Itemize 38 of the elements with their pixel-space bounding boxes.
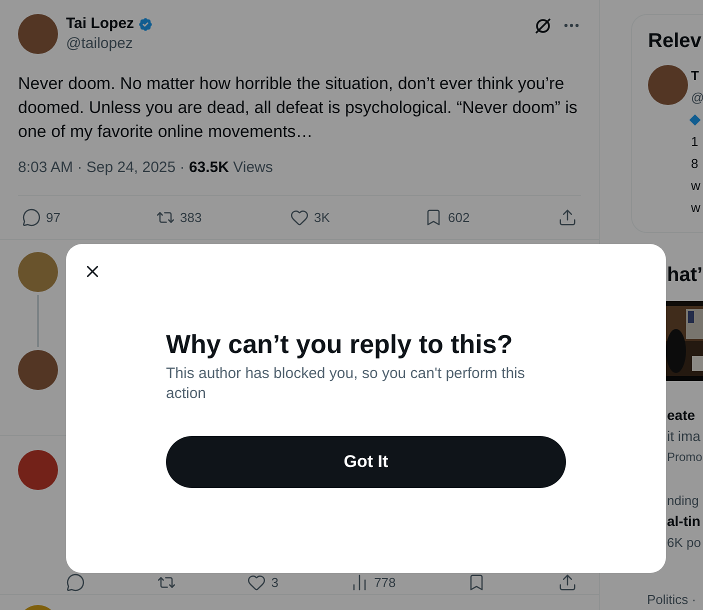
trend-title[interactable]: eate: [667, 405, 703, 426]
bio-text: w: [691, 177, 702, 195]
user-handle[interactable]: @: [691, 87, 703, 109]
share-icon[interactable]: [558, 572, 577, 592]
avatar[interactable]: [648, 65, 688, 105]
action-count: 97: [46, 208, 60, 226]
got-it-button[interactable]: Got It: [166, 436, 566, 488]
author-name[interactable]: Tai Lopez: [66, 14, 134, 34]
promoted-label: Promo: [667, 449, 703, 466]
action-count: 778: [374, 574, 396, 592]
action-count: 383: [180, 208, 202, 226]
reply-icon[interactable]: [22, 208, 41, 227]
author-handle[interactable]: @tailopez: [66, 34, 154, 54]
action-count: 3K: [314, 208, 330, 226]
reply-icon[interactable]: [66, 572, 85, 592]
bio-text: 1: [691, 133, 700, 151]
avatar[interactable]: [18, 350, 58, 390]
section-title: hat’: [666, 263, 703, 287]
card-title: Relev: [648, 29, 702, 53]
dialog-message: This author has blocked you, so you can't perform this action: [166, 364, 526, 404]
avatar[interactable]: [18, 450, 58, 490]
avatar[interactable]: [18, 14, 58, 54]
bio-text: 8: [691, 155, 700, 173]
trend-context: Politics ·: [647, 591, 698, 609]
slashed-circle-icon[interactable]: [534, 16, 552, 34]
tweet-text: Never doom. No matter how horrible the situation, don’t ever think you’re doomed. Unless you are dead, all defeat is psychological. “Never doom” is one of my favorite online movements…: [18, 73, 578, 143]
trend-posts: 6K po: [667, 534, 702, 552]
bio-text: w: [691, 199, 702, 217]
heart-icon[interactable]: [247, 572, 266, 592]
trend-text: it ima: [667, 427, 702, 446]
avatar[interactable]: [18, 252, 58, 292]
tweet-meta: 8:03 AM · Sep 24, 2025 · 63.5K Views: [18, 158, 274, 178]
dialog-title: Why can’t you reply to this?: [166, 328, 514, 360]
user-name[interactable]: T: [691, 65, 703, 87]
trend-title[interactable]: al-tin: [667, 511, 703, 532]
action-count: 3: [271, 574, 278, 592]
action-count: 602: [448, 208, 470, 226]
trend-context: nding: [667, 492, 700, 510]
